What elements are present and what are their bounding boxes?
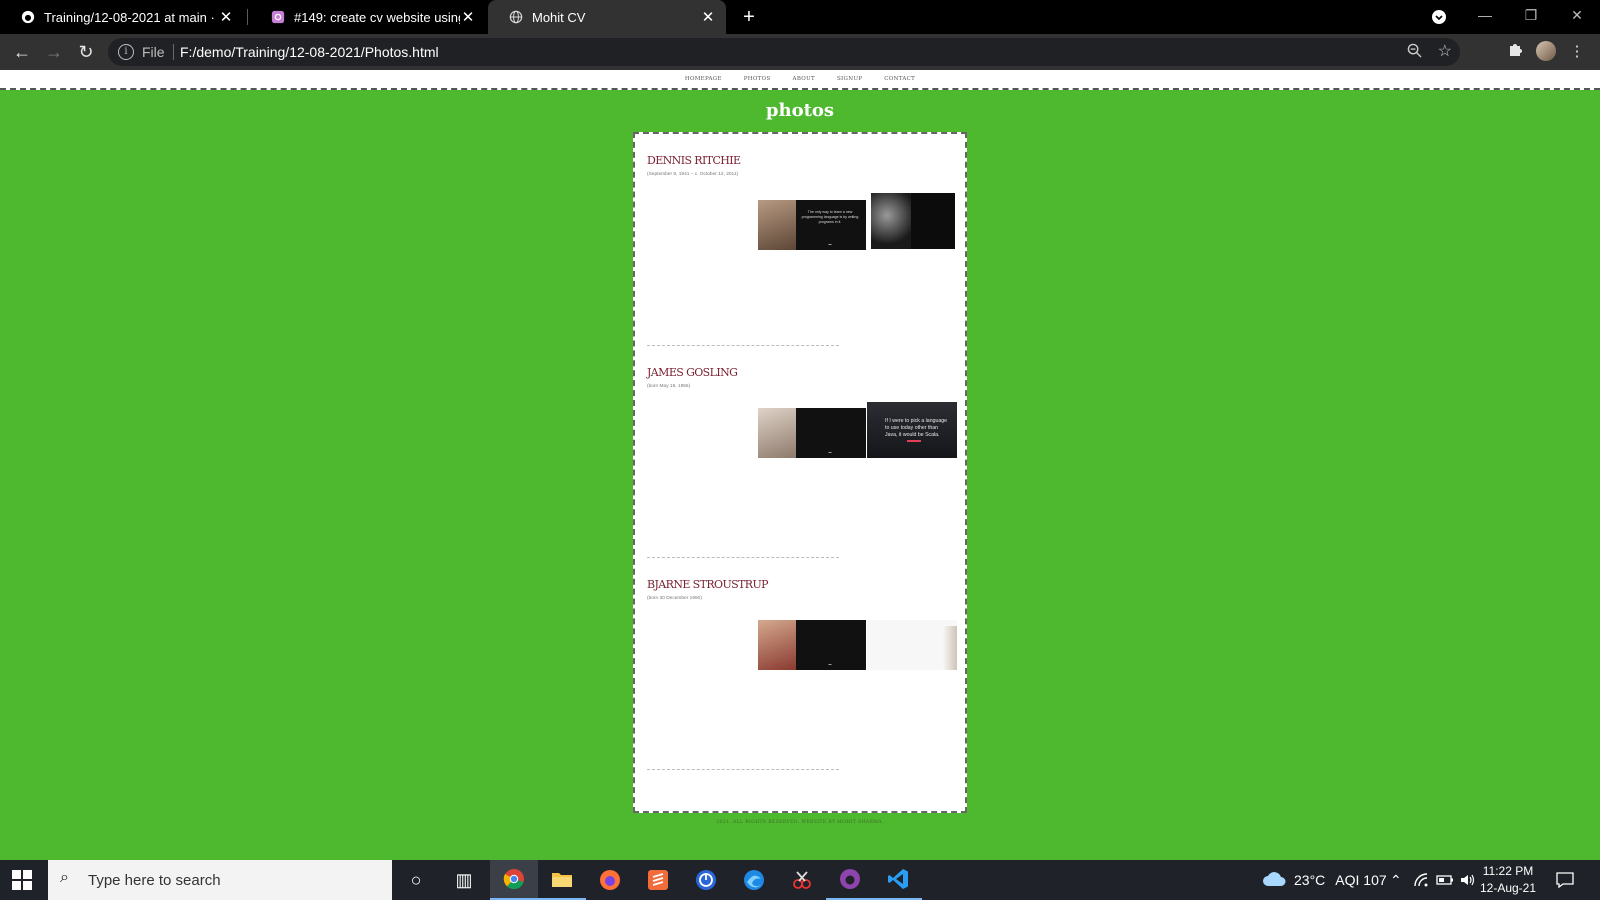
menu-kebab-icon[interactable]: ⋮ [1566, 41, 1588, 63]
page-title: photos [765, 100, 835, 121]
vscode-icon[interactable] [874, 860, 922, 900]
person-section-ritchie: DENNIS RITCHIE (September 9, 1941 – c. O… [647, 134, 959, 346]
globe-icon [508, 9, 524, 25]
browser-tab-strip: Training/12-08-2021 at main · mo ✕ #149:… [0, 0, 1600, 34]
windows-taskbar: ⌕ Type here to search ○ ▥ 23°C AQI 107 ⌃ [0, 860, 1600, 900]
extensions-puzzle-icon[interactable] [1504, 41, 1526, 63]
quote-text: The only way to learn a new programming … [801, 210, 859, 224]
portrait-photo [943, 626, 957, 670]
portrait-photo [758, 200, 796, 250]
new-tab-button[interactable]: + [738, 4, 760, 30]
site-info-icon[interactable]: i [118, 44, 134, 60]
tray-chevron-icon[interactable]: ⌃ [1390, 860, 1402, 900]
quote-watermark: ▬ [828, 450, 832, 454]
volume-icon[interactable] [1460, 860, 1476, 900]
person-name: JAMES GOSLING [647, 366, 738, 379]
quote-image [871, 193, 955, 249]
network-icon[interactable] [1414, 860, 1430, 900]
close-tab-icon[interactable]: ✕ [460, 8, 476, 26]
cloud-icon [1262, 871, 1286, 890]
tab-search-icon[interactable] [1416, 0, 1462, 34]
reload-icon[interactable]: ↻ [74, 40, 98, 64]
forward-arrow-icon[interactable]: → [42, 40, 66, 64]
sublime-icon[interactable] [634, 860, 682, 900]
portrait-photo [758, 620, 796, 670]
zoom-icon[interactable] [1407, 43, 1422, 62]
quote-watermark: ▬ [828, 242, 832, 246]
bookmark-star-icon[interactable]: ☆ [1438, 41, 1452, 61]
clock-app-icon[interactable] [682, 860, 730, 900]
person-section-gosling: JAMES GOSLING (born May 19, 1955) ▬ If I… [647, 346, 959, 558]
restore-icon[interactable]: ❐ [1508, 0, 1554, 34]
quote-watermark: ▬ [828, 662, 832, 666]
person-dates: (born 30 December 1950) [647, 596, 702, 601]
portrait-photo [871, 193, 911, 249]
quote-image: The only way to learn a new programming … [758, 200, 866, 250]
quote-image: ▬ [758, 408, 866, 458]
taskbar-search-box[interactable]: ⌕ Type here to search [48, 860, 392, 900]
notifications-icon[interactable] [1556, 860, 1574, 900]
browser-tab-mohit-cv[interactable]: Mohit CV ✕ [488, 0, 726, 34]
browser-tab-github[interactable]: Training/12-08-2021 at main · mo ✕ [0, 0, 244, 34]
nav-link-about[interactable]: ABOUT [793, 76, 815, 82]
github-icon [20, 9, 36, 25]
nav-link-homepage[interactable]: HOMEPAGE [685, 76, 722, 82]
weather-temperature: 23°C [1294, 872, 1326, 888]
search-placeholder: Type here to search [88, 872, 221, 889]
nav-link-signup[interactable]: SIGNUP [837, 76, 862, 82]
snipping-tool-icon[interactable] [778, 860, 826, 900]
profile-avatar[interactable] [1536, 41, 1556, 61]
close-tab-icon[interactable]: ✕ [218, 8, 234, 26]
close-window-icon[interactable]: ✕ [1554, 0, 1600, 34]
task-view-icon[interactable]: ▥ [440, 860, 488, 900]
person-name: BJARNE STROUSTRUP [647, 578, 769, 591]
weather-widget[interactable]: 23°C AQI 107 [1262, 860, 1387, 900]
pull-request-icon [270, 9, 286, 25]
firefox-icon[interactable] [586, 860, 634, 900]
browser-toolbar: ← → ↻ i File F:/demo/Training/12-08-2021… [0, 34, 1600, 70]
tab-title: Training/12-08-2021 at main · mo [44, 9, 218, 25]
nav-link-contact[interactable]: CONTACT [884, 76, 915, 82]
tab-separator [247, 9, 248, 25]
battery-icon[interactable] [1436, 860, 1454, 900]
edge-icon[interactable] [730, 860, 778, 900]
github-desktop-icon[interactable] [826, 860, 874, 900]
person-section-stroustrup: BJARNE STROUSTRUP (born 30 December 1950… [647, 558, 959, 770]
windows-start-icon[interactable] [12, 870, 32, 890]
address-bar[interactable]: i File F:/demo/Training/12-08-2021/Photo… [108, 38, 1460, 66]
browser-tab-pull-request[interactable]: #149: create cv website using htm ✕ [250, 0, 486, 34]
address-separator [173, 44, 174, 60]
air-quality-index: AQI 107 [1335, 872, 1387, 888]
chrome-icon[interactable] [490, 860, 538, 900]
tab-title: Mohit CV [532, 9, 586, 25]
close-tab-icon[interactable]: ✕ [700, 8, 716, 26]
clock-date: 12-Aug-21 [1479, 881, 1537, 895]
cortana-icon[interactable]: ○ [392, 860, 440, 900]
quote-image [867, 620, 957, 670]
person-name: DENNIS RITCHIE [647, 154, 741, 167]
quote-text: If I were to pick a language to use toda… [885, 418, 947, 438]
minimize-icon[interactable]: — [1462, 0, 1508, 34]
file-explorer-icon[interactable] [538, 860, 586, 900]
photos-card: DENNIS RITCHIE (September 9, 1941 – c. O… [633, 132, 967, 813]
url-scheme-label: File [142, 44, 165, 60]
taskbar-clock[interactable]: 11:22 PM 12-Aug-21 [1478, 863, 1538, 897]
back-arrow-icon[interactable]: ← [10, 40, 34, 64]
url-text[interactable]: F:/demo/Training/12-08-2021/Photos.html [180, 44, 439, 60]
site-navigation: HOMEPAGE PHOTOS ABOUT SIGNUP CONTACT [0, 70, 1600, 90]
clock-time: 11:22 PM [1482, 864, 1534, 878]
person-dates: (born May 19, 1955) [647, 384, 691, 389]
portrait-photo [758, 408, 796, 458]
search-icon: ⌕ [60, 869, 69, 886]
tab-title: #149: create cv website using htm [294, 9, 460, 25]
quote-image: ▬ [758, 620, 866, 670]
section-divider [647, 769, 839, 770]
quote-image: If I were to pick a language to use toda… [867, 402, 957, 458]
person-dates: (September 9, 1941 – c. October 12, 2011… [647, 172, 739, 177]
nav-link-photos[interactable]: PHOTOS [744, 76, 771, 82]
page-footer: 2021. ALL RIGHTS RESERVED. WEBSITE BY MO… [716, 820, 884, 825]
quote-accent-bar [907, 440, 921, 442]
